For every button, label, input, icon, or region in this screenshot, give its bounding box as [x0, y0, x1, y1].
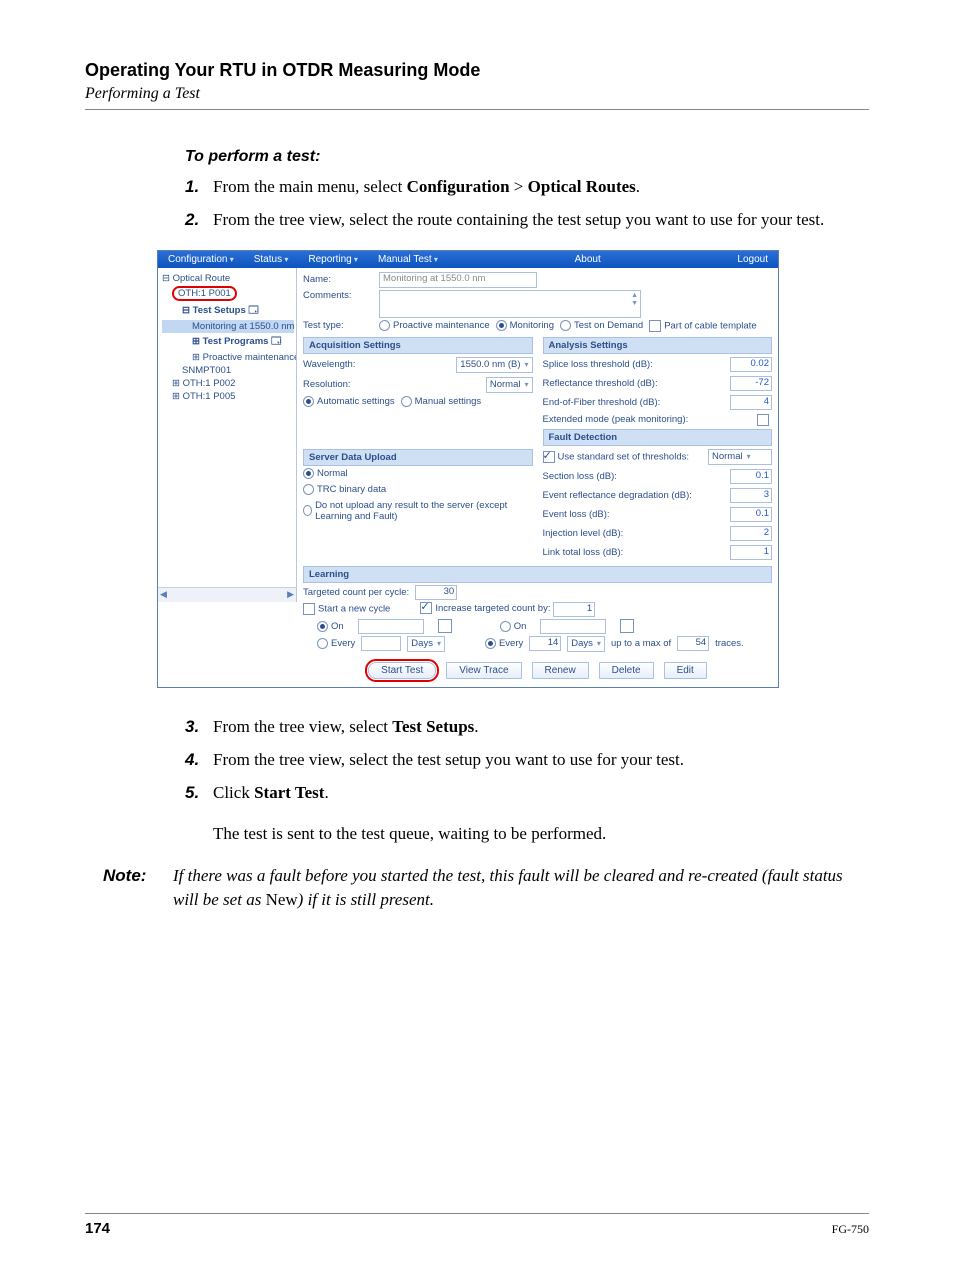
every-right-unit[interactable]: Days	[567, 636, 605, 652]
tree-p005[interactable]: ⊞ OTH:1 P005	[162, 390, 294, 403]
menu-manual-test[interactable]: Manual Test	[368, 251, 448, 268]
evt-refl-input[interactable]: 3	[730, 488, 772, 503]
step-3: 3. From the tree view, select Test Setup…	[185, 716, 849, 739]
menubar: Configuration Status Reporting Manual Te…	[158, 251, 778, 268]
name-label: Name:	[303, 274, 373, 285]
radio-upload-none[interactable]: Do not upload any result to the server (…	[303, 500, 533, 522]
uptomax-input[interactable]: 54	[677, 636, 709, 651]
menu-status[interactable]: Status	[244, 251, 299, 268]
testtype-label: Test type:	[303, 320, 373, 331]
on-date-left[interactable]	[358, 619, 424, 634]
section-title: Performing a Test	[85, 85, 869, 103]
comments-input[interactable]	[379, 290, 641, 318]
radio-upload-normal[interactable]: Normal	[303, 468, 348, 479]
calendar-icon[interactable]	[620, 619, 634, 633]
section-loss-input[interactable]: 0.1	[730, 469, 772, 484]
step-number: 4.	[185, 749, 213, 772]
radio-on-left[interactable]: On	[317, 621, 344, 632]
radio-manual[interactable]: Manual settings	[401, 396, 482, 407]
step-number: 5.	[185, 782, 213, 805]
wavelength-label: Wavelength:	[303, 359, 355, 370]
step-number: 3.	[185, 716, 213, 739]
button-bar: Start Test View Trace Renew Delete Edit	[303, 662, 772, 679]
upload-header: Server Data Upload	[303, 449, 533, 466]
app-screenshot: Configuration Status Reporting Manual Te…	[157, 250, 779, 688]
every-right-input[interactable]: 14	[529, 636, 561, 651]
step-number: 1.	[185, 176, 213, 199]
tree-view[interactable]: ⊟ Optical Route OTH:1 P001 ⊟ Test Setups…	[158, 268, 297, 602]
link-total-input[interactable]: 1	[730, 545, 772, 560]
learning-header: Learning	[303, 566, 772, 583]
procedure-heading: To perform a test:	[185, 148, 849, 166]
menu-logout[interactable]: Logout	[727, 251, 778, 268]
tree-p002[interactable]: ⊞ OTH:1 P002	[162, 377, 294, 390]
every-left-input[interactable]	[361, 636, 401, 651]
injection-input[interactable]: 2	[730, 526, 772, 541]
tree-snmp[interactable]: SNMPT001	[162, 364, 294, 377]
comments-label: Comments:	[303, 290, 373, 301]
chk-start-cycle[interactable]: Start a new cycle	[303, 603, 390, 615]
extended-checkbox[interactable]	[757, 414, 769, 426]
on-date-right[interactable]	[540, 619, 606, 634]
increase-input[interactable]: 1	[553, 602, 595, 617]
header-rule	[85, 109, 869, 110]
menu-reporting[interactable]: Reporting	[298, 251, 368, 268]
resolution-dropdown[interactable]: Normal	[486, 377, 533, 393]
view-trace-button[interactable]: View Trace	[446, 662, 521, 679]
chk-increase[interactable]: Increase targeted count by: 1	[420, 602, 595, 617]
radio-proactive[interactable]: Proactive maintenance	[379, 320, 490, 331]
reflectance-input[interactable]: -72	[730, 376, 772, 391]
radio-on-right[interactable]: On	[500, 621, 527, 632]
tree-scrollbar[interactable]: ◀▶	[158, 587, 296, 602]
form-panel: Name: Monitoring at 1550.0 nm Comments: …	[297, 268, 778, 687]
tree-test-programs[interactable]: ⊞ Test Programs 🗔	[162, 333, 294, 351]
name-input[interactable]: Monitoring at 1550.0 nm	[379, 272, 537, 288]
delete-button[interactable]: Delete	[599, 662, 654, 679]
tree-root[interactable]: ⊟ Optical Route	[162, 272, 294, 285]
chk-template[interactable]: Part of cable template	[649, 320, 756, 332]
every-left-unit[interactable]: Days	[407, 636, 445, 652]
start-test-button[interactable]: Start Test	[368, 662, 436, 679]
menu-configuration[interactable]: Configuration	[158, 251, 244, 268]
tree-p001[interactable]: OTH:1 P001	[162, 285, 294, 302]
radio-upload-trc[interactable]: TRC binary data	[303, 484, 386, 495]
targeted-input[interactable]: 30	[415, 585, 457, 600]
page-number: 174	[85, 1220, 110, 1237]
step-1: 1. From the main menu, select Configurat…	[185, 176, 849, 199]
radio-every-right[interactable]: Every	[485, 638, 523, 649]
wavelength-dropdown[interactable]: 1550.0 nm (B)	[456, 357, 532, 373]
radio-monitoring[interactable]: Monitoring	[496, 320, 554, 331]
doc-id: FG-750	[832, 1222, 869, 1237]
step-number: 2.	[185, 209, 213, 232]
tree-monitoring[interactable]: Monitoring at 1550.0 nm	[162, 320, 294, 333]
acquisition-header: Acquisition Settings	[303, 337, 533, 354]
renew-button[interactable]: Renew	[532, 662, 589, 679]
menu-about[interactable]: About	[448, 251, 727, 268]
splice-loss-input[interactable]: 0.02	[730, 357, 772, 372]
chapter-title: Operating Your RTU in OTDR Measuring Mod…	[85, 60, 869, 81]
step-4: 4. From the tree view, select the test s…	[185, 749, 849, 772]
radio-ondemand[interactable]: Test on Demand	[560, 320, 643, 331]
step-5: 5. Click Start Test.	[185, 782, 849, 805]
eof-input[interactable]: 4	[730, 395, 772, 410]
use-std-dropdown[interactable]: Normal	[708, 449, 772, 465]
calendar-icon[interactable]	[438, 619, 452, 633]
step-2: 2. From the tree view, select the route …	[185, 209, 849, 232]
procedure-result: The test is sent to the test queue, wait…	[213, 823, 849, 846]
fault-header: Fault Detection	[543, 429, 773, 446]
evt-loss-input[interactable]: 0.1	[730, 507, 772, 522]
radio-auto[interactable]: Automatic settings	[303, 396, 395, 407]
note-block: Note: If there was a fault before you st…	[103, 864, 869, 913]
edit-button[interactable]: Edit	[664, 662, 707, 679]
page-footer: 174 FG-750	[85, 1213, 869, 1237]
use-std-checkbox[interactable]	[543, 451, 555, 463]
tree-test-setups[interactable]: ⊟ Test Setups 🗔	[162, 302, 294, 320]
analysis-header: Analysis Settings	[543, 337, 773, 354]
resolution-label: Resolution:	[303, 379, 351, 390]
tree-proactive[interactable]: ⊞ Proactive maintenance at	[162, 351, 294, 364]
note-label: Note:	[103, 864, 173, 913]
radio-every-left[interactable]: Every	[317, 638, 355, 649]
